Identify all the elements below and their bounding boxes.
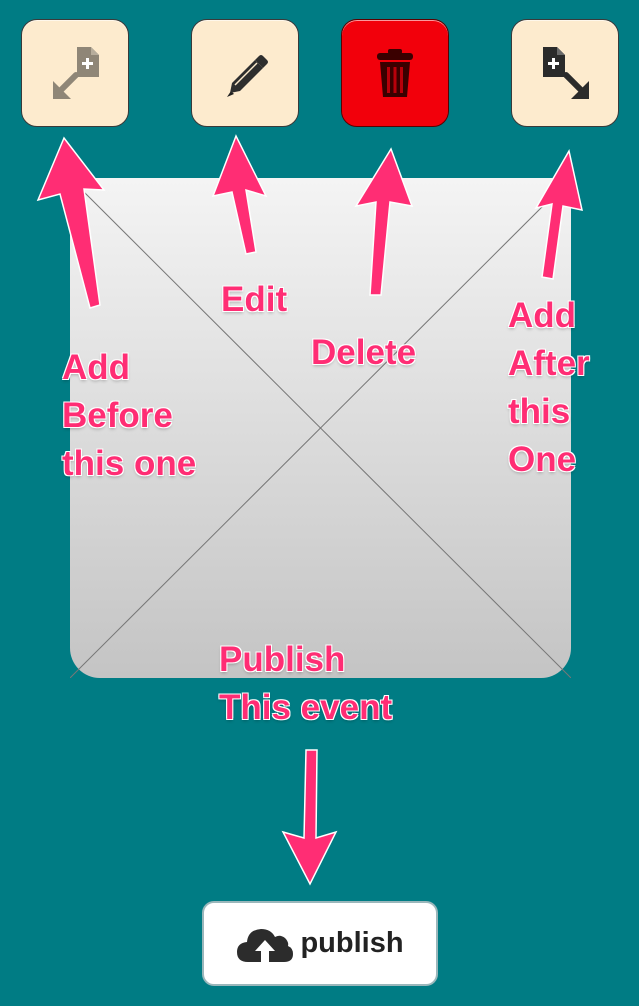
annotation-edit: Edit	[221, 280, 288, 319]
annotation-line: Publish	[219, 640, 346, 679]
add-after-icon	[543, 47, 589, 99]
publish-label: publish	[300, 927, 404, 959]
annotation-line: After	[508, 344, 590, 383]
annotation-line: This event	[219, 688, 393, 727]
annotation-line: Before	[62, 396, 173, 435]
add-after-button[interactable]	[511, 19, 619, 127]
add-before-button[interactable]	[21, 19, 129, 127]
add-before-icon	[53, 47, 99, 99]
annotation-line: this one	[62, 444, 197, 483]
delete-button[interactable]	[341, 19, 449, 127]
edit-button[interactable]	[191, 19, 299, 127]
annotation-line: this	[508, 392, 571, 431]
annotation-add-before: Add Before this one	[62, 344, 196, 488]
publish-button[interactable]: publish	[202, 901, 438, 986]
annotation-line: Add	[508, 296, 577, 335]
annotation-add-after: Add After this One	[508, 292, 590, 484]
annotation-publish: Publish This event	[219, 636, 392, 732]
annotation-delete: Delete	[311, 333, 417, 372]
trash-icon	[377, 49, 413, 97]
annotation-line: Add	[62, 348, 131, 387]
annotation-line: One	[508, 440, 577, 479]
pencil-icon	[227, 55, 268, 97]
cloud-upload-icon	[237, 928, 294, 962]
